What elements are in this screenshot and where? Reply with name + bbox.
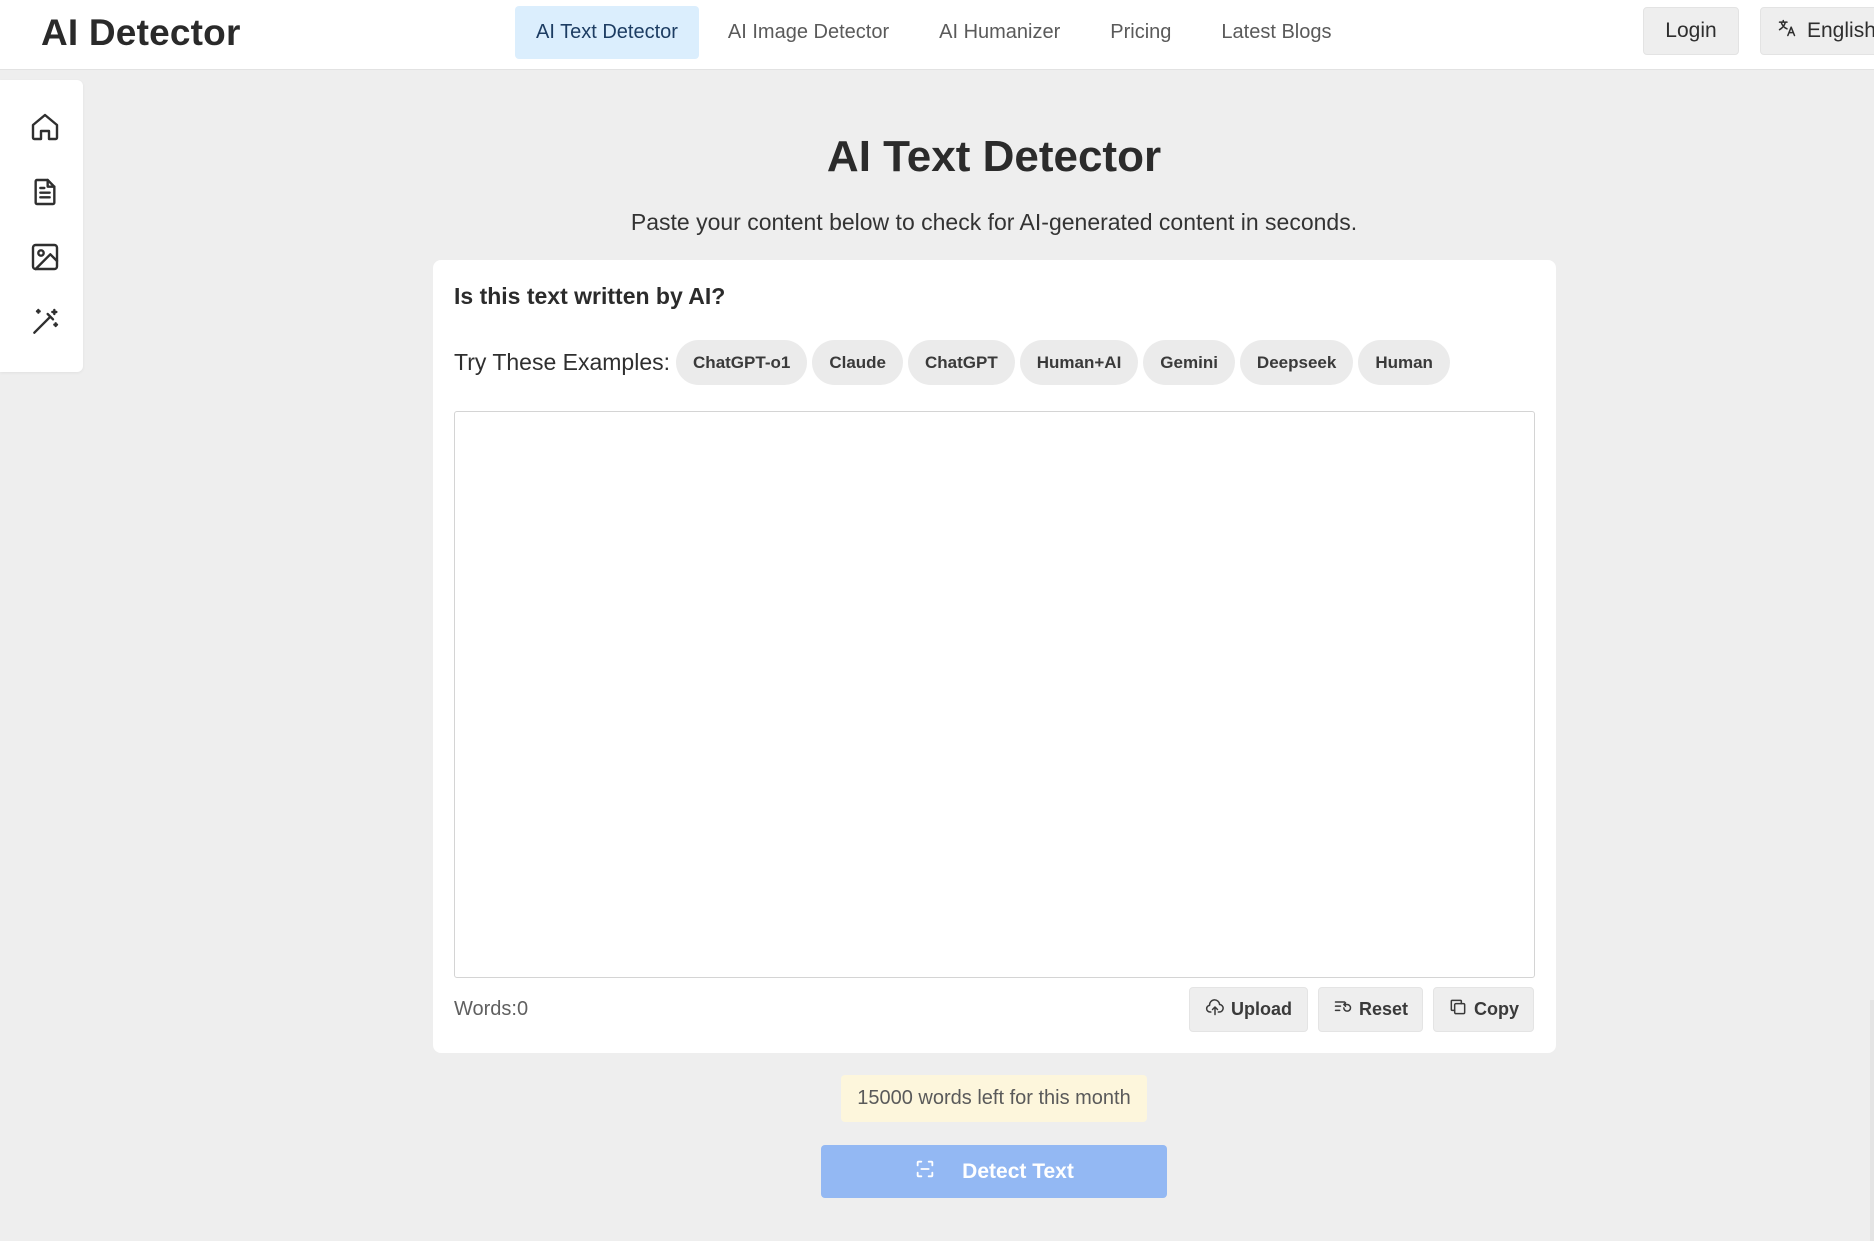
login-button[interactable]: Login — [1643, 7, 1739, 55]
copy-label: Copy — [1474, 999, 1519, 1019]
example-chip-chatgpt-o1[interactable]: ChatGPT-o1 — [676, 340, 808, 385]
upload-label: Upload — [1231, 999, 1292, 1019]
page-subtitle: Paste your content below to check for AI… — [630, 209, 1358, 235]
card-heading: Is this text written by AI? — [454, 283, 726, 309]
detect-text-label: Detect Text — [962, 1159, 1074, 1183]
reset-icon — [1333, 997, 1353, 1022]
example-chip-deepseek[interactable]: Deepseek — [1239, 340, 1354, 385]
scan-icon — [914, 1158, 936, 1186]
words-quota-notice: 15000 words left for this month — [841, 1075, 1147, 1122]
main-nav: AI Text Detector AI Image Detector AI Hu… — [515, 6, 1352, 59]
upload-button[interactable]: Upload — [1189, 987, 1308, 1032]
example-chip-human-ai[interactable]: Human+AI — [1019, 340, 1139, 385]
example-chip-human[interactable]: Human — [1358, 340, 1450, 385]
magic-wand-icon[interactable] — [28, 305, 62, 339]
nav-ai-image-detector[interactable]: AI Image Detector — [707, 6, 910, 59]
reset-button[interactable]: Reset — [1318, 987, 1423, 1032]
logo[interactable]: AI Detector — [41, 12, 241, 54]
nav-pricing[interactable]: Pricing — [1089, 6, 1192, 59]
language-label: English — [1807, 19, 1874, 42]
nav-latest-blogs[interactable]: Latest Blogs — [1200, 6, 1352, 59]
detect-text-button[interactable]: Detect Text — [821, 1145, 1167, 1198]
copy-button[interactable]: Copy — [1433, 987, 1534, 1032]
example-chip-claude[interactable]: Claude — [812, 340, 904, 385]
nav-ai-text-detector[interactable]: AI Text Detector — [515, 6, 699, 59]
examples-label: Try These Examples: — [454, 349, 671, 375]
top-navbar: AI Detector AI Text Detector AI Image De… — [0, 0, 1874, 70]
copy-icon — [1448, 997, 1468, 1022]
nav-ai-humanizer[interactable]: AI Humanizer — [918, 6, 1081, 59]
language-selector[interactable]: English — [1760, 7, 1874, 55]
word-count: Words:0 — [454, 998, 529, 1020]
upload-cloud-icon — [1205, 997, 1225, 1022]
page-title: AI Text Detector — [826, 132, 1162, 181]
text-input[interactable] — [454, 411, 1535, 978]
examples-row: Try These Examples: ChatGPT-o1 Claude Ch… — [454, 340, 1455, 385]
example-chip-chatgpt[interactable]: ChatGPT — [908, 340, 1015, 385]
page-scrollbar-edge[interactable] — [1870, 1000, 1874, 1241]
detector-card: Is this text written by AI? Try These Ex… — [433, 260, 1556, 1053]
translate-icon — [1777, 18, 1797, 44]
image-icon[interactable] — [28, 240, 62, 274]
reset-label: Reset — [1358, 999, 1409, 1019]
example-chip-gemini[interactable]: Gemini — [1143, 340, 1235, 385]
